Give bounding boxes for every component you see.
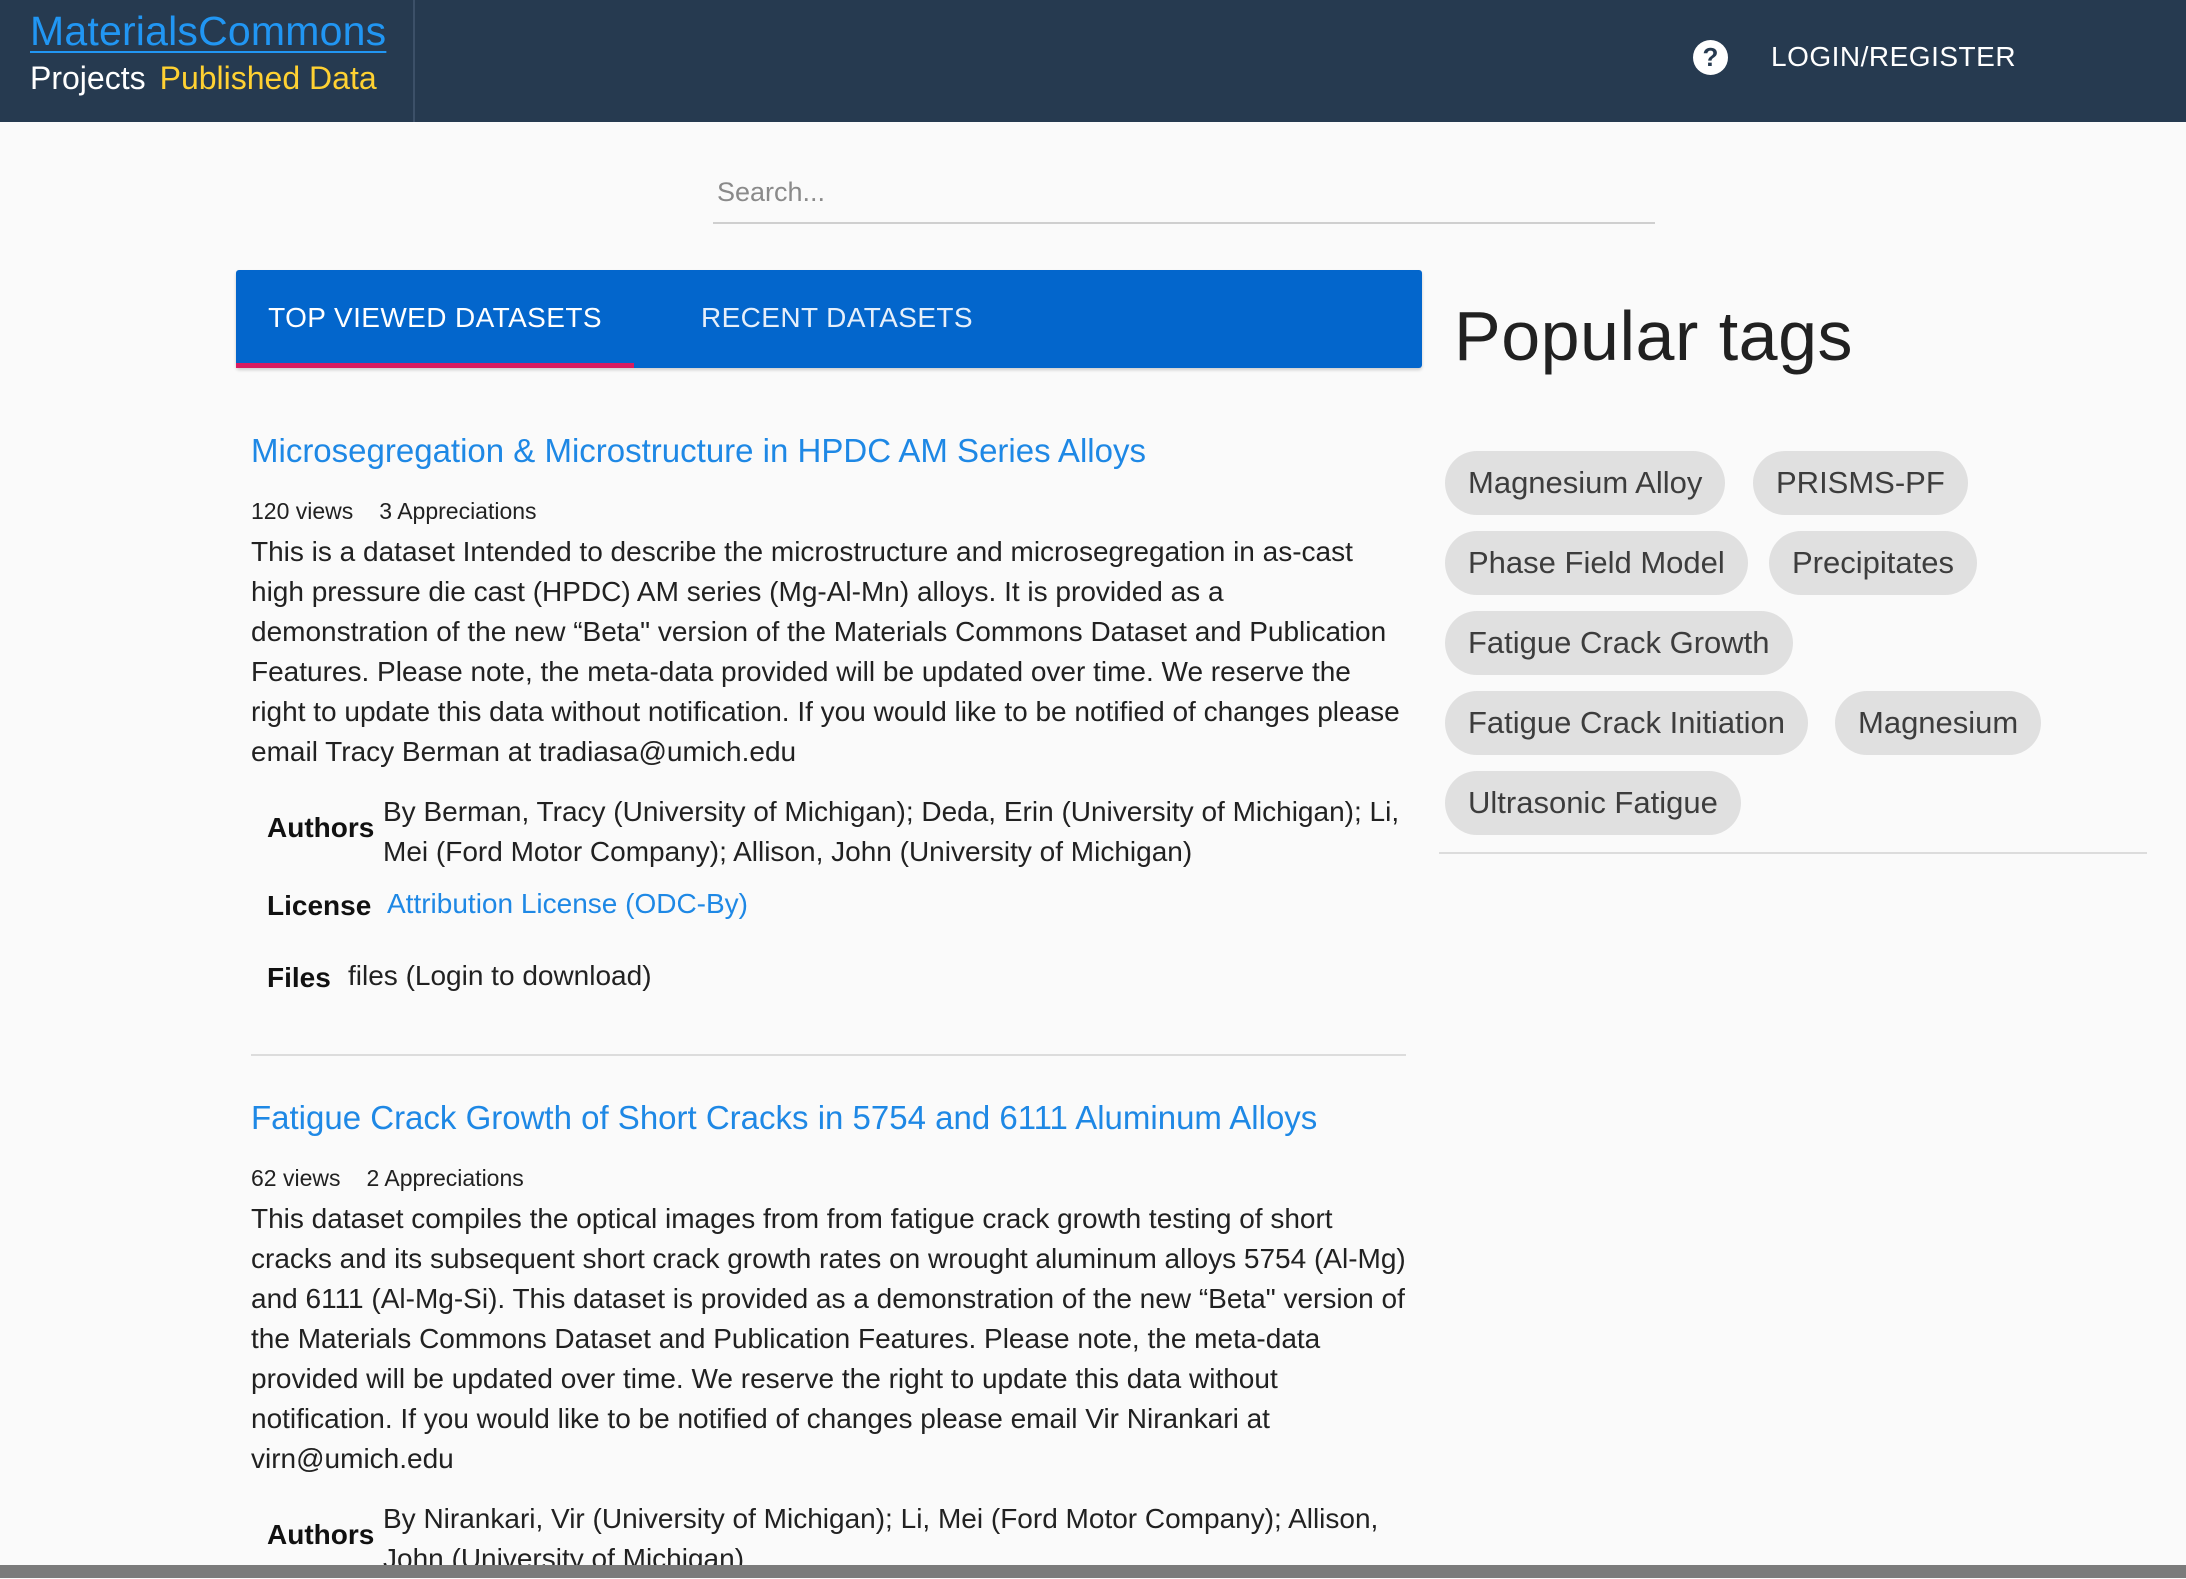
tag-chip[interactable]: Magnesium (1835, 691, 2042, 755)
dataset-title-link[interactable]: Microsegregation & Microstructure in HPD… (251, 432, 1146, 470)
authors-value: By Berman, Tracy (University of Michigan… (383, 796, 1400, 867)
tag-chip[interactable]: Fatigue Crack Growth (1445, 611, 1793, 675)
brand-nav-links: Projects Published Data (30, 60, 377, 97)
dataset-stats: 62 views 2 Appreciations (251, 1165, 524, 1192)
dataset-divider (251, 1054, 1406, 1056)
nav-published-data-link[interactable]: Published Data (160, 60, 377, 96)
help-circle-icon[interactable]: ? (1693, 40, 1728, 75)
files-value: files (Login to download) (348, 960, 652, 991)
brand-logo-link[interactable]: MaterialsCommons (30, 8, 386, 55)
views-count: 120 views (251, 498, 354, 524)
appreciations-count: 2 Appreciations (366, 1165, 524, 1191)
license-link[interactable]: Attribution License (ODC-By) (387, 884, 748, 924)
popular-tags-heading: Popular tags (1454, 297, 1854, 375)
appreciations-count: 3 Appreciations (379, 498, 537, 524)
tab-label: TOP VIEWED DATASETS (268, 302, 602, 333)
search-field (713, 170, 1655, 224)
tab-top-viewed-datasets[interactable]: TOP VIEWED DATASETS (236, 270, 634, 368)
tags-divider (1439, 852, 2147, 854)
dataset-tabs: TOP VIEWED DATASETS RECENT DATASETS (236, 270, 1422, 368)
tag-chip[interactable]: PRISMS-PF (1753, 451, 1968, 515)
authors-label: Authors (267, 1519, 375, 1550)
tag-chip[interactable]: Precipitates (1769, 531, 1977, 595)
tag-chip[interactable]: Phase Field Model (1445, 531, 1748, 595)
files-label: Files (267, 962, 331, 993)
tag-chip[interactable]: Magnesium Alloy (1445, 451, 1726, 515)
brand-area: MaterialsCommons Projects Published Data (0, 0, 415, 122)
dataset-stats: 120 views 3 Appreciations (251, 498, 537, 525)
license-label: License (267, 890, 372, 921)
views-count: 62 views (251, 1165, 341, 1191)
dataset-title-link[interactable]: Fatigue Crack Growth of Short Cracks in … (251, 1099, 1317, 1137)
top-navbar: MaterialsCommons Projects Published Data … (0, 0, 2186, 122)
dataset-description: This is a dataset Intended to describe t… (251, 536, 1400, 767)
tag-chip[interactable]: Fatigue Crack Initiation (1445, 691, 1809, 755)
login-register-button[interactable]: LOGIN/REGISTER (1771, 41, 2016, 73)
horizontal-scrollbar[interactable] (0, 1565, 2186, 1578)
nav-projects-link[interactable]: Projects (30, 60, 146, 96)
tag-chip[interactable]: Ultrasonic Fatigue (1445, 771, 1741, 835)
tab-recent-datasets[interactable]: RECENT DATASETS (634, 270, 1040, 368)
active-tab-indicator (236, 363, 634, 368)
dataset-description: This dataset compiles the optical images… (251, 1203, 1406, 1474)
search-input[interactable] (713, 170, 1655, 214)
tab-label: RECENT DATASETS (700, 302, 974, 333)
authors-label: Authors (267, 812, 375, 843)
